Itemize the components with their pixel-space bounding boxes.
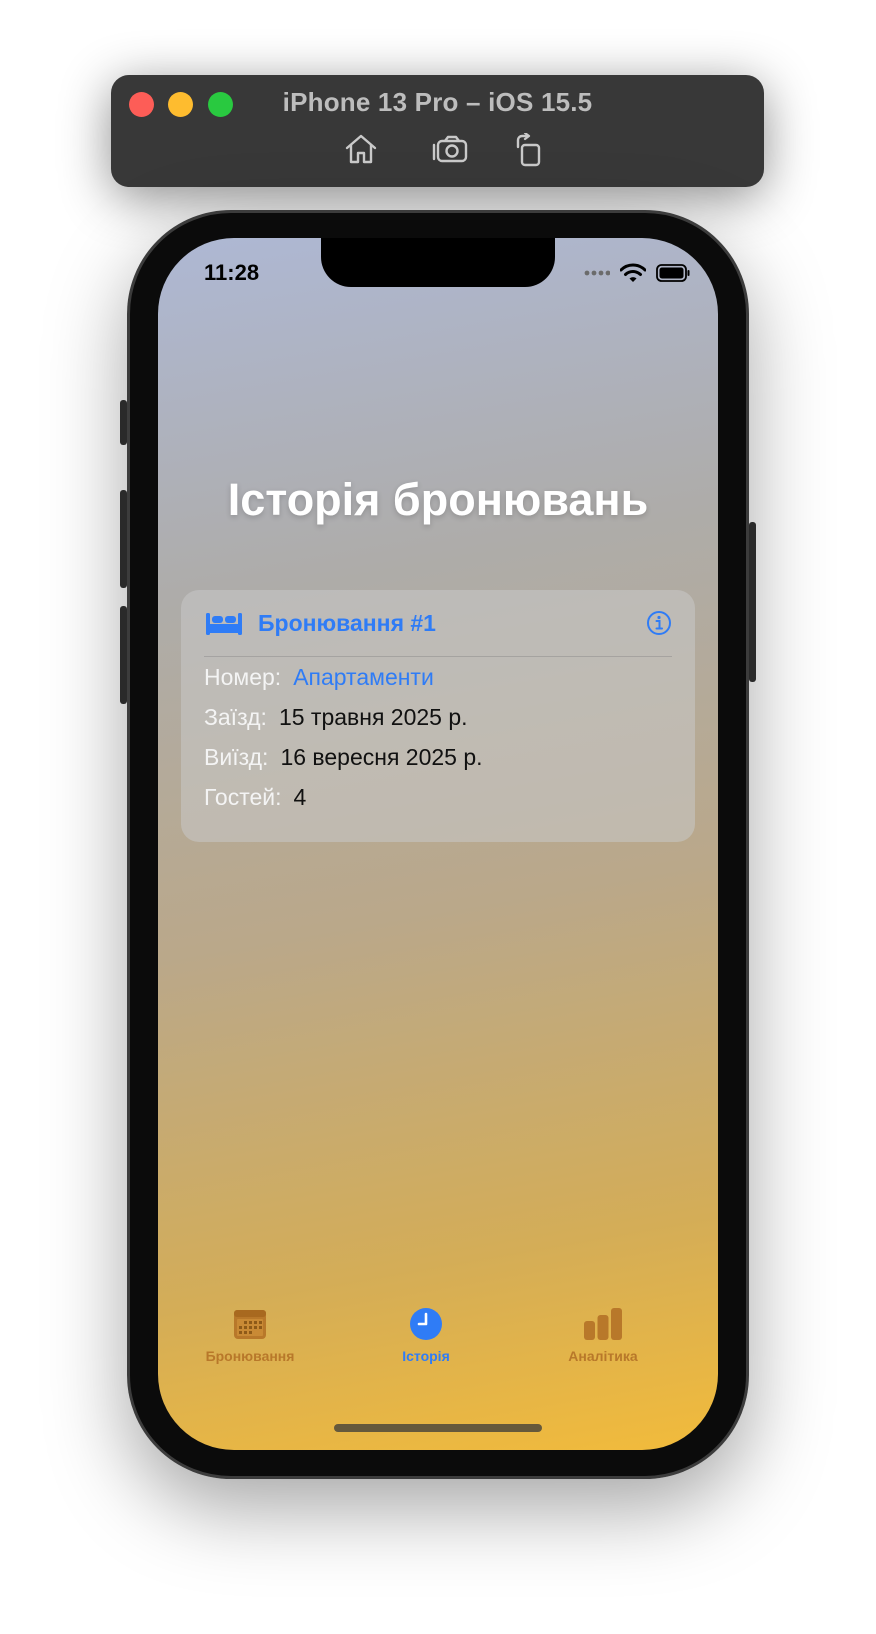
rotate-icon [516,131,541,167]
volume-down-button [120,606,127,704]
app-screen: 11:28 Історія бронювань Бронювання #1 Но… [158,238,718,1450]
tab-bookings-label: Бронювання [205,1348,295,1364]
tab-history-label: Історія [402,1348,450,1364]
tab-analytics-label: Аналітика [568,1348,638,1364]
room-label: Номер: [204,663,282,690]
guests-value: 4 [293,783,307,810]
booking-row-checkout: Виїзд: 16 вересня 2025 р. [204,737,672,777]
signal-dots-icon [584,270,610,276]
tab-analytics[interactable]: Аналітика [533,1306,673,1364]
room-value: Апартаменти [293,663,434,690]
booking-row-guests: Гостей: 4 [204,777,672,817]
screenshot-button[interactable] [432,133,472,169]
simulator-title: iPhone 13 Pro – iOS 15.5 [282,87,593,117]
simulator-toolbar [111,131,764,173]
calendar-icon [234,1310,266,1339]
checkin-value: 15 травня 2025 р. [278,703,468,730]
tab-history[interactable]: Історія [356,1306,496,1364]
battery-icon [656,264,690,282]
home-icon [345,134,377,164]
clock-icon [410,1308,442,1340]
notch [321,238,555,287]
booking-card-header: Бронювання #1 [204,590,672,657]
guests-label: Гостей: [204,783,282,810]
volume-up-button [120,490,127,588]
status-icons [584,262,690,284]
checkout-label: Виїзд: [204,743,269,770]
silent-switch [120,400,127,445]
checkout-value: 16 вересня 2025 р. [280,743,483,770]
rotate-button[interactable] [512,131,552,169]
booking-title: Бронювання #1 [258,609,436,636]
home-button[interactable] [343,133,383,169]
status-time: 11:28 [204,260,260,285]
booking-row-room: Номер: Апартаменти [204,657,672,697]
bed-icon [206,613,242,635]
checkin-label: Заїзд: [204,703,267,730]
info-icon[interactable] [646,610,672,636]
tab-bookings[interactable]: Бронювання [180,1306,320,1364]
home-indicator[interactable] [334,1424,542,1432]
wifi-icon [620,263,646,282]
tab-bar: Бронювання Історія Аналітика [158,1306,718,1386]
booking-card[interactable]: Бронювання #1 Номер: Апартаменти Заїзд: … [181,590,695,842]
simulator-window-bar: iPhone 13 Pro – iOS 15.5 [111,75,764,187]
screenshot-icon [432,135,468,163]
booking-row-checkin: Заїзд: 15 травня 2025 р. [204,697,672,737]
bar-chart-icon [584,1308,622,1340]
page-title: Історія бронювань [227,474,649,525]
power-button [749,522,756,682]
